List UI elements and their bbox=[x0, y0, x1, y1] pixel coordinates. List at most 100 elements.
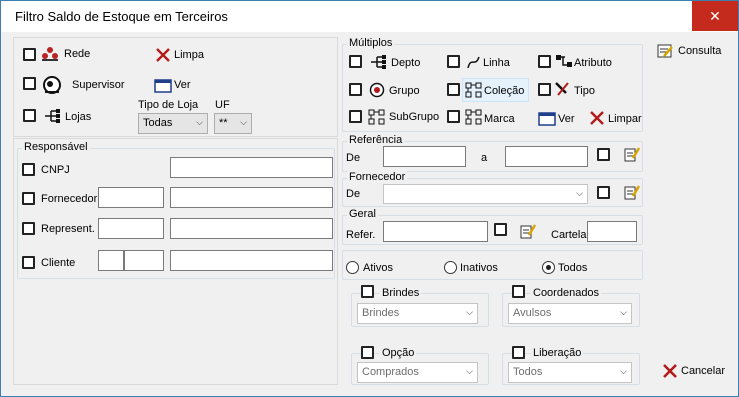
inativos-radio[interactable] bbox=[444, 261, 457, 274]
coordenados-checkbox[interactable] bbox=[512, 285, 525, 298]
atributo-label[interactable]: Atributo bbox=[574, 57, 612, 69]
tipo-checkbox[interactable] bbox=[538, 83, 551, 96]
ativos-radio[interactable] bbox=[346, 261, 359, 274]
cancel-x-icon bbox=[663, 364, 677, 378]
marca-label[interactable]: Marca bbox=[484, 113, 515, 125]
subgrupo-label[interactable]: SubGrupo bbox=[389, 111, 439, 123]
brand-tree-icon bbox=[465, 109, 482, 125]
consulta-label[interactable]: Consulta bbox=[678, 45, 721, 57]
edit-list-icon[interactable] bbox=[519, 223, 537, 239]
rede-label[interactable]: Rede bbox=[64, 48, 90, 60]
fornecedor-code-field[interactable] bbox=[98, 187, 164, 208]
limpa-link[interactable]: Limpa bbox=[174, 49, 204, 61]
atributo-checkbox[interactable] bbox=[538, 55, 551, 68]
marca-checkbox[interactable] bbox=[447, 110, 460, 123]
fornecedor-checkbox[interactable] bbox=[22, 192, 35, 205]
fornecedor-group-title: Fornecedor bbox=[347, 171, 408, 183]
grupo-label[interactable]: Grupo bbox=[389, 85, 420, 97]
attribute-tree-icon bbox=[556, 55, 572, 67]
clear-x-icon[interactable] bbox=[588, 110, 606, 126]
opcao-label: Opção bbox=[380, 347, 417, 359]
cliente-name-field[interactable] bbox=[170, 250, 333, 271]
consulta-button[interactable]: Consulta bbox=[656, 42, 726, 62]
network-people-icon bbox=[42, 47, 58, 61]
linha-label[interactable]: Linha bbox=[483, 57, 510, 69]
opcao-checkbox[interactable] bbox=[361, 346, 374, 359]
limpar-link[interactable]: Limpar bbox=[608, 113, 642, 125]
coordenados-select[interactable]: Avulsos ⌵ bbox=[508, 303, 632, 324]
chevron-down-icon: ⌵ bbox=[466, 366, 473, 376]
title-bar: Filtro Saldo de Estoque em Terceiros ✕ bbox=[1, 1, 738, 32]
liberacao-checkbox[interactable] bbox=[512, 346, 525, 359]
brindes-value: Brindes bbox=[362, 307, 400, 319]
coordenados-value: Avulsos bbox=[513, 307, 552, 319]
cartela-field[interactable] bbox=[587, 221, 637, 242]
brindes-label: Brindes bbox=[380, 287, 422, 299]
linha-checkbox[interactable] bbox=[447, 55, 460, 68]
cliente-code-field[interactable] bbox=[124, 250, 164, 271]
geral-title: Geral bbox=[347, 208, 378, 220]
grupo-checkbox[interactable] bbox=[349, 83, 362, 96]
depto-label[interactable]: Depto bbox=[391, 57, 420, 69]
referencia-to-field[interactable] bbox=[505, 146, 588, 167]
liberacao-label: Liberação bbox=[531, 347, 584, 359]
referencia-title: Referência bbox=[347, 134, 405, 146]
subgrupo-checkbox[interactable] bbox=[349, 110, 362, 123]
cliente-prefix-field[interactable] bbox=[98, 250, 124, 271]
refer-label: Refer. bbox=[346, 229, 376, 241]
represent-name-field[interactable] bbox=[170, 218, 333, 239]
supervisor-icon bbox=[43, 76, 61, 94]
group-icon bbox=[369, 82, 385, 98]
uf-label: UF bbox=[215, 99, 230, 111]
department-tree-icon bbox=[371, 55, 386, 69]
supervisor-label[interactable]: Supervisor bbox=[72, 79, 125, 91]
tipo-loja-select[interactable]: Todas ⌵ bbox=[138, 113, 208, 134]
tipo-label[interactable]: Tipo bbox=[574, 85, 595, 97]
cliente-checkbox[interactable] bbox=[22, 256, 35, 269]
close-icon[interactable]: ✕ bbox=[709, 8, 721, 24]
lojas-label[interactable]: Lojas bbox=[65, 111, 91, 123]
fornecedor-select[interactable]: ⌵ bbox=[383, 184, 588, 204]
todos-radio[interactable] bbox=[542, 261, 555, 274]
view-window-icon[interactable] bbox=[154, 78, 172, 94]
edit-list-icon[interactable] bbox=[623, 146, 641, 162]
opcao-select[interactable]: Comprados ⌵ bbox=[357, 362, 478, 383]
uf-select[interactable]: ** ⌵ bbox=[214, 113, 252, 134]
inativos-label[interactable]: Inativos bbox=[460, 262, 498, 274]
close-button[interactable]: ✕ bbox=[692, 1, 738, 31]
clear-x-icon[interactable] bbox=[154, 47, 172, 63]
multiplos-ver-link[interactable]: Ver bbox=[558, 113, 575, 125]
view-window-icon[interactable] bbox=[538, 111, 556, 127]
fornecedor-name-field[interactable] bbox=[170, 187, 333, 208]
ver-link[interactable]: Ver bbox=[174, 79, 191, 91]
referencia-a-label: a bbox=[481, 152, 488, 164]
window-title: Filtro Saldo de Estoque em Terceiros bbox=[15, 9, 228, 24]
represent-code-field[interactable] bbox=[98, 218, 164, 239]
depto-checkbox[interactable] bbox=[349, 55, 362, 68]
represent-checkbox[interactable] bbox=[22, 222, 35, 235]
edit-list-icon[interactable] bbox=[623, 184, 641, 200]
chevron-down-icon: ⌵ bbox=[196, 117, 203, 127]
chevron-down-icon: ⌵ bbox=[620, 366, 627, 376]
colecao-checkbox[interactable] bbox=[447, 83, 460, 96]
brindes-checkbox[interactable] bbox=[361, 285, 374, 298]
referencia-from-field[interactable] bbox=[383, 146, 466, 167]
refer-checkbox[interactable] bbox=[494, 223, 507, 236]
colecao-label[interactable]: Coleção bbox=[484, 85, 524, 97]
todos-label[interactable]: Todos bbox=[558, 262, 587, 274]
supervisor-checkbox[interactable] bbox=[23, 77, 36, 90]
brindes-select[interactable]: Brindes ⌵ bbox=[357, 303, 478, 324]
cnpj-field[interactable] bbox=[170, 157, 333, 178]
referencia-checkbox[interactable] bbox=[597, 148, 610, 161]
rede-checkbox[interactable] bbox=[23, 48, 36, 61]
ativos-label[interactable]: Ativos bbox=[363, 262, 393, 274]
refer-field[interactable] bbox=[383, 221, 488, 242]
lojas-checkbox[interactable] bbox=[23, 109, 36, 122]
chevron-down-icon: ⌵ bbox=[240, 117, 247, 127]
cancelar-button[interactable]: Cancelar bbox=[661, 362, 733, 382]
cancelar-label[interactable]: Cancelar bbox=[681, 365, 725, 377]
liberacao-select[interactable]: Todos ⌵ bbox=[508, 362, 632, 383]
cnpj-checkbox[interactable] bbox=[22, 163, 35, 176]
fornecedor-group-checkbox[interactable] bbox=[597, 186, 610, 199]
referencia-de-label: De bbox=[346, 152, 361, 164]
